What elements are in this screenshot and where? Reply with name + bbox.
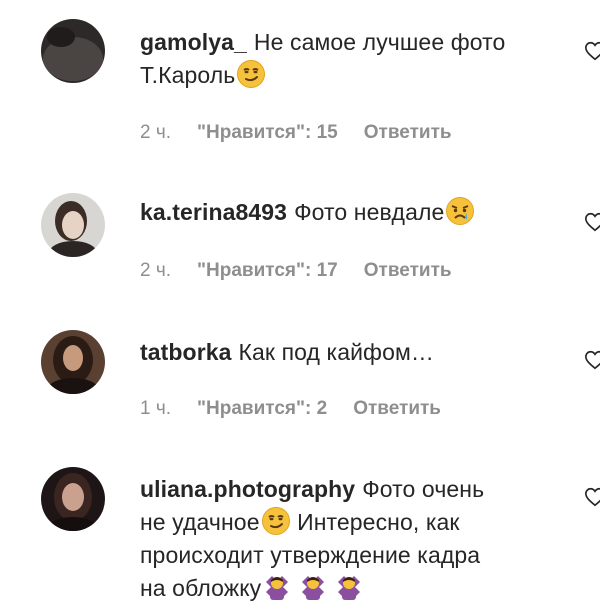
heart-icon[interactable]: [584, 40, 600, 62]
comment-username[interactable]: gamolya_: [140, 29, 247, 55]
avatar[interactable]: [41, 330, 105, 394]
comment-username[interactable]: ka.terina8493: [140, 199, 287, 225]
comment-likes[interactable]: "Нравится": 15: [197, 122, 338, 144]
person-gesturing-no-icon: [262, 572, 292, 602]
reply-button[interactable]: Ответить: [353, 398, 441, 420]
comment-username[interactable]: uliana.photography: [140, 476, 355, 502]
person-gesturing-no-icon: [334, 572, 364, 602]
comment-text: ka.terina8493 Фото невдале: [140, 196, 560, 229]
comment-meta: 2 ч. "Нравится": 15 Ответить: [140, 122, 452, 144]
comment-time[interactable]: 2 ч.: [140, 122, 171, 144]
comment-likes[interactable]: "Нравится": 2: [197, 398, 327, 420]
crying-face-icon: [445, 196, 475, 226]
comment-meta: 1 ч. "Нравится": 2 Ответить: [140, 398, 441, 420]
reply-button[interactable]: Ответить: [364, 260, 452, 282]
comment-meta: 2 ч. "Нравится": 17 Ответить: [140, 260, 452, 282]
comment-body-line1: Фото очень: [362, 476, 485, 502]
comment-body-line2: не удачное: [140, 509, 260, 535]
comment-text: tatborka Как под кайфом…: [140, 336, 560, 369]
heart-icon[interactable]: [584, 349, 600, 371]
comment-body-line4: происходит утверждение кадра: [140, 542, 481, 568]
comment-username[interactable]: tatborka: [140, 339, 232, 365]
avatar[interactable]: [41, 193, 105, 257]
heart-icon[interactable]: [584, 211, 600, 233]
comment-text: uliana.photography Фото очень не удачное …: [140, 473, 560, 605]
comment-body-line3: Интересно, как: [297, 509, 460, 535]
smirking-face-icon: [261, 506, 291, 536]
smirking-face-icon: [236, 59, 266, 89]
comment-time[interactable]: 2 ч.: [140, 260, 171, 282]
comment-body: Фото невдале: [294, 199, 445, 225]
comment-text: gamolya_ Не самое лучшее фото Т.Кароль: [140, 26, 560, 92]
comment-body-line5: на обложку: [140, 575, 262, 601]
avatar[interactable]: [41, 19, 105, 83]
comment-likes[interactable]: "Нравится": 17: [197, 260, 338, 282]
avatar[interactable]: [41, 467, 105, 531]
comment-body: Как под кайфом…: [238, 339, 434, 365]
comment-time[interactable]: 1 ч.: [140, 398, 171, 420]
person-gesturing-no-icon: [298, 572, 328, 602]
heart-icon[interactable]: [584, 486, 600, 508]
reply-button[interactable]: Ответить: [364, 122, 452, 144]
